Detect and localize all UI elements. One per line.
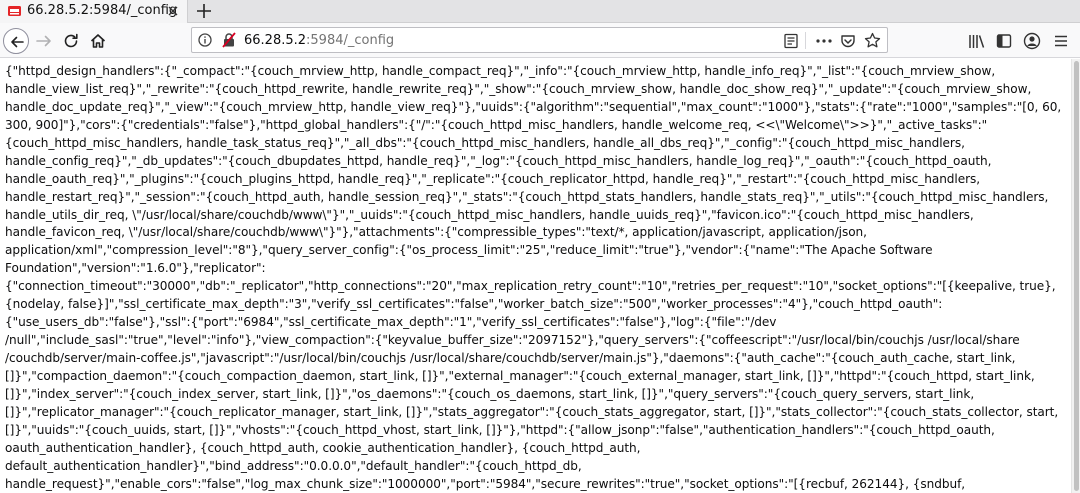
- vertical-scrollbar[interactable]: [1071, 59, 1080, 493]
- reload-button[interactable]: [60, 30, 82, 52]
- json-text-line: []}","replicator_manager":"{couch_replic…: [5, 404, 1059, 419]
- url-bar-separator: [805, 32, 806, 49]
- json-text-line: handle_request}","enable_cors":"false","…: [5, 476, 966, 491]
- couchdb-icon: [8, 6, 21, 16]
- json-text-line: application/xml","compression_level":"8"…: [5, 243, 933, 258]
- tab-strip: 66.28.5.2:5984/_config: [0, 0, 1080, 23]
- close-icon[interactable]: [165, 3, 181, 19]
- json-text-line: /couchdb/server/main-coffee.js","javascr…: [5, 351, 1016, 365]
- url-host: 66.28.5.2: [244, 33, 307, 48]
- navigation-toolbar: 66.28.5.2:5984/_config: [0, 23, 1080, 58]
- back-button[interactable]: [3, 28, 29, 54]
- arrow-left-icon: [11, 36, 24, 48]
- arrow-right-icon: [36, 35, 51, 47]
- forward-button[interactable]: [33, 30, 55, 52]
- json-text-line: oauth_authentication_handler}, {couch_ht…: [5, 440, 641, 455]
- json-text-line: handle_doc_update_req}","_view":"{couch_…: [5, 99, 1062, 114]
- json-text-line: {"httpd_design_handlers":{"_compact":"{c…: [5, 64, 996, 78]
- json-text-line: {"use_users_db":"false"},"ssl":{"port":"…: [5, 315, 777, 330]
- pocket-icon[interactable]: [840, 33, 856, 49]
- home-icon: [90, 34, 106, 48]
- reader-view-icon[interactable]: [783, 33, 799, 49]
- json-text-line: []}","compaction_daemon":"{couch_compact…: [5, 368, 1035, 383]
- ellipsis-icon[interactable]: [815, 33, 833, 49]
- url-path: :5984/_config: [306, 33, 395, 48]
- json-text-line: 300, 900]"},"cors":{"credentials":"false…: [5, 117, 988, 132]
- hamburger-menu-icon[interactable]: [1053, 33, 1069, 49]
- json-text-line: handle_utils_dir_req, \"/usr/local/share…: [5, 207, 974, 222]
- star-icon[interactable]: [864, 32, 881, 49]
- json-text-line: Foundation","version":"1.6.0"},"replicat…: [5, 261, 266, 276]
- json-text-line: default_authentication_handler}","bind_a…: [5, 458, 582, 473]
- url-text[interactable]: 66.28.5.2:5984/_config: [244, 32, 394, 49]
- json-text-line: {couch_httpd_misc_handlers, handle_task_…: [5, 135, 965, 150]
- reload-icon: [64, 33, 78, 48]
- json-text-line: /null","include_sasl":"true","level":"in…: [5, 333, 1020, 348]
- tab-title: 66.28.5.2:5984/_config: [27, 3, 178, 18]
- scrollbar-thumb[interactable]: [1074, 61, 1079, 491]
- tab-active[interactable]: 66.28.5.2:5984/_config: [0, 0, 188, 23]
- url-bar[interactable]: 66.28.5.2:5984/_config: [191, 27, 888, 53]
- json-text-line: []}","uuids":"{couch_uuids, start, []}",…: [5, 422, 995, 437]
- insecure-lock-icon[interactable]: [221, 32, 237, 48]
- json-text-line: handle_restart_req}","_session":"{couch_…: [5, 189, 1049, 204]
- json-text-line: handle_view_list_req}","_rewrite":"{couc…: [5, 81, 1032, 96]
- json-text-line: {"connection_timeout":"30000","db":"_rep…: [5, 279, 1056, 294]
- json-text-line: []}","index_server":"{couch_index_server…: [5, 386, 975, 401]
- page-content: {"httpd_design_handlers":{"_compact":"{c…: [0, 59, 1071, 493]
- library-icon[interactable]: [968, 33, 986, 49]
- json-text-line: handle_favicon_req, \"/usr/local/share/c…: [5, 225, 867, 240]
- json-text-line: handle_oauth_req}","_plugins":"{couch_pl…: [5, 171, 981, 186]
- raw-json-text: {"httpd_design_handlers":{"_compact":"{c…: [5, 63, 1067, 493]
- sidebar-icon[interactable]: [996, 33, 1012, 49]
- info-icon[interactable]: [198, 33, 212, 47]
- account-icon[interactable]: [1023, 32, 1041, 50]
- home-button[interactable]: [87, 30, 109, 52]
- json-text-line: {nodelay, false}]","ssl_certificate_max_…: [5, 297, 943, 312]
- json-text-line: handle_config_req}","_db_updates":"{couc…: [5, 153, 992, 168]
- plus-icon[interactable]: [194, 1, 214, 21]
